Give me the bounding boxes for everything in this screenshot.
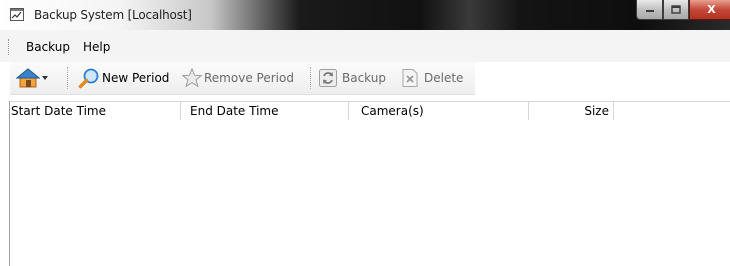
new-period-button[interactable]: New Period (78, 66, 169, 90)
home-button[interactable] (16, 66, 40, 90)
backup-button[interactable]: Backup (318, 66, 386, 90)
refresh-icon (319, 69, 337, 87)
remove-period-label: Remove Period (204, 71, 294, 85)
close-icon: X (707, 3, 716, 16)
column-header-start-date-time[interactable]: Start Date Time (9, 102, 181, 120)
minimize-button[interactable] (636, 0, 663, 20)
minimize-icon (645, 9, 654, 12)
delete-icon (402, 69, 418, 87)
remove-period-button[interactable]: Remove Period (181, 66, 294, 90)
backup-periods-grid[interactable] (10, 120, 730, 266)
app-window-icon (10, 8, 24, 21)
chevron-down-icon (42, 76, 48, 80)
close-button[interactable]: X (689, 0, 730, 20)
maximize-icon (671, 5, 681, 14)
toolbar-separator (310, 67, 312, 89)
maximize-button[interactable] (663, 0, 689, 20)
column-header-size[interactable]: Size (529, 102, 614, 120)
home-icon (16, 68, 40, 88)
table-header: Start Date Time End Date Time Camera(s) … (9, 101, 730, 121)
title-bar[interactable]: Backup System [Localhost] X (0, 0, 730, 30)
star-icon (181, 67, 203, 88)
column-header-end-date-time[interactable]: End Date Time (181, 102, 349, 120)
toolbar-separator (67, 67, 69, 89)
home-dropdown-button[interactable] (41, 66, 49, 90)
backup-label: Backup (342, 71, 386, 85)
new-period-label: New Period (102, 71, 170, 85)
menu-grip[interactable] (8, 39, 11, 55)
delete-label: Delete (424, 71, 464, 85)
delete-button[interactable]: Delete (401, 66, 463, 90)
magnifier-icon (78, 68, 99, 89)
menu-help[interactable]: Help (83, 40, 110, 54)
menu-backup[interactable]: Backup (26, 40, 70, 54)
window-title: Backup System [Localhost] (34, 8, 192, 22)
column-header-cameras[interactable]: Camera(s) (349, 102, 529, 120)
